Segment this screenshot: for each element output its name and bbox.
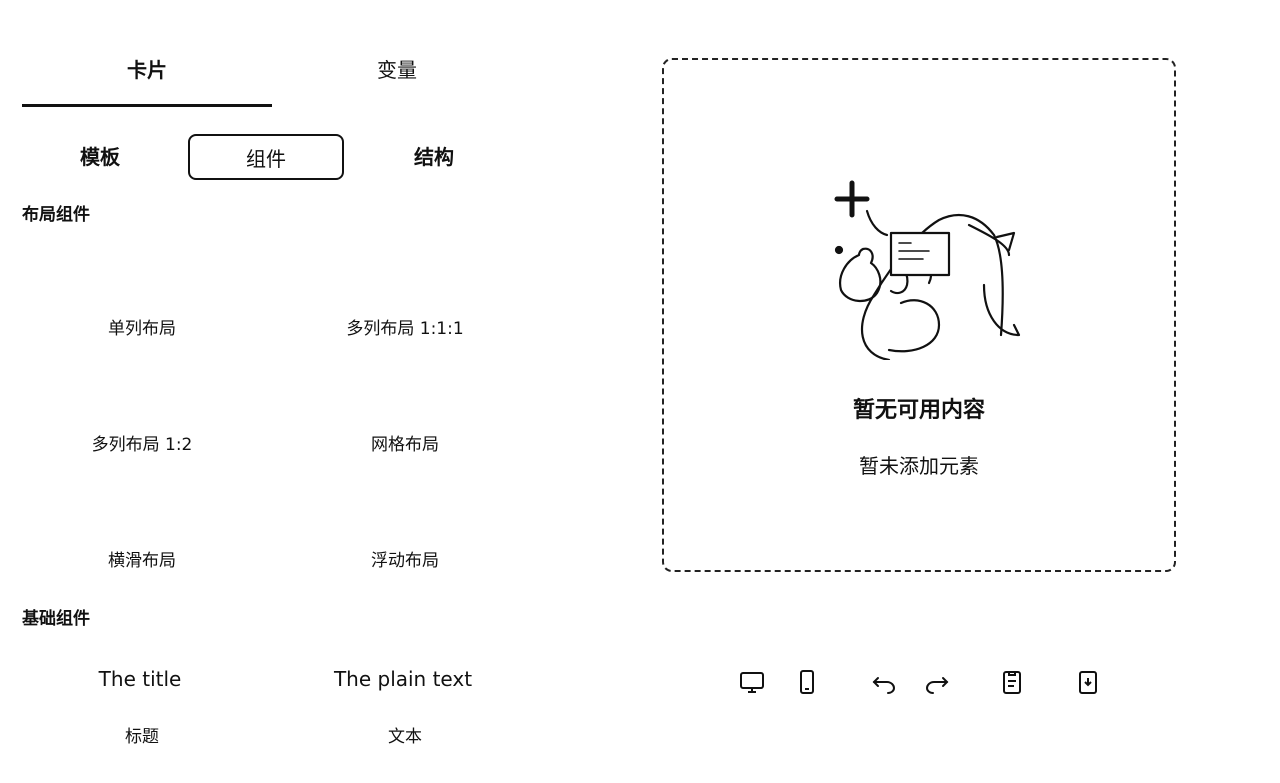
- component-single-column[interactable]: 单列布局: [17, 284, 267, 374]
- desktop-icon: [740, 672, 764, 693]
- component-text-preview[interactable]: The plain text: [278, 667, 528, 691]
- empty-state-illustration: [834, 180, 1021, 360]
- component-multi-column-12[interactable]: 多列布局 1:2: [17, 400, 267, 490]
- component-float-layout[interactable]: 浮动布局: [280, 516, 530, 606]
- component-text-caption: 文本: [388, 727, 422, 747]
- component-grid-layout[interactable]: 网格布局: [280, 400, 530, 490]
- clipboard-icon: [1003, 671, 1021, 694]
- section-title-layout: 布局组件: [22, 205, 90, 225]
- import-button[interactable]: [1070, 664, 1106, 700]
- tab-card[interactable]: 卡片: [22, 50, 272, 90]
- subtab-components[interactable]: 组件: [188, 134, 344, 180]
- mobile-icon: [800, 670, 814, 694]
- component-title-preview[interactable]: The title: [15, 667, 265, 691]
- clipboard-button[interactable]: [994, 664, 1030, 700]
- tab-variables[interactable]: 变量: [272, 50, 522, 90]
- section-title-basic: 基础组件: [22, 609, 90, 629]
- mobile-preview-button[interactable]: [789, 664, 825, 700]
- undo-icon: [872, 677, 896, 694]
- component-multi-column-111[interactable]: 多列布局 1:1:1: [280, 284, 530, 374]
- empty-state-title: 暂无可用内容: [852, 398, 985, 423]
- card-canvas-dropzone[interactable]: 暂无可用内容 暂未添加元素: [662, 58, 1176, 572]
- import-icon: [1079, 671, 1097, 694]
- redo-button[interactable]: [919, 664, 955, 700]
- undo-button[interactable]: [866, 664, 902, 700]
- desktop-preview-button[interactable]: [734, 664, 770, 700]
- active-tab-underline: [22, 104, 272, 107]
- component-horizontal-scroll[interactable]: 横滑布局: [17, 516, 267, 606]
- redo-icon: [925, 677, 949, 694]
- component-title-caption: 标题: [125, 727, 159, 747]
- empty-state-description: 暂未添加元素: [859, 454, 979, 478]
- subtab-templates[interactable]: 模板: [22, 134, 178, 180]
- subtab-structure[interactable]: 结构: [356, 134, 512, 180]
